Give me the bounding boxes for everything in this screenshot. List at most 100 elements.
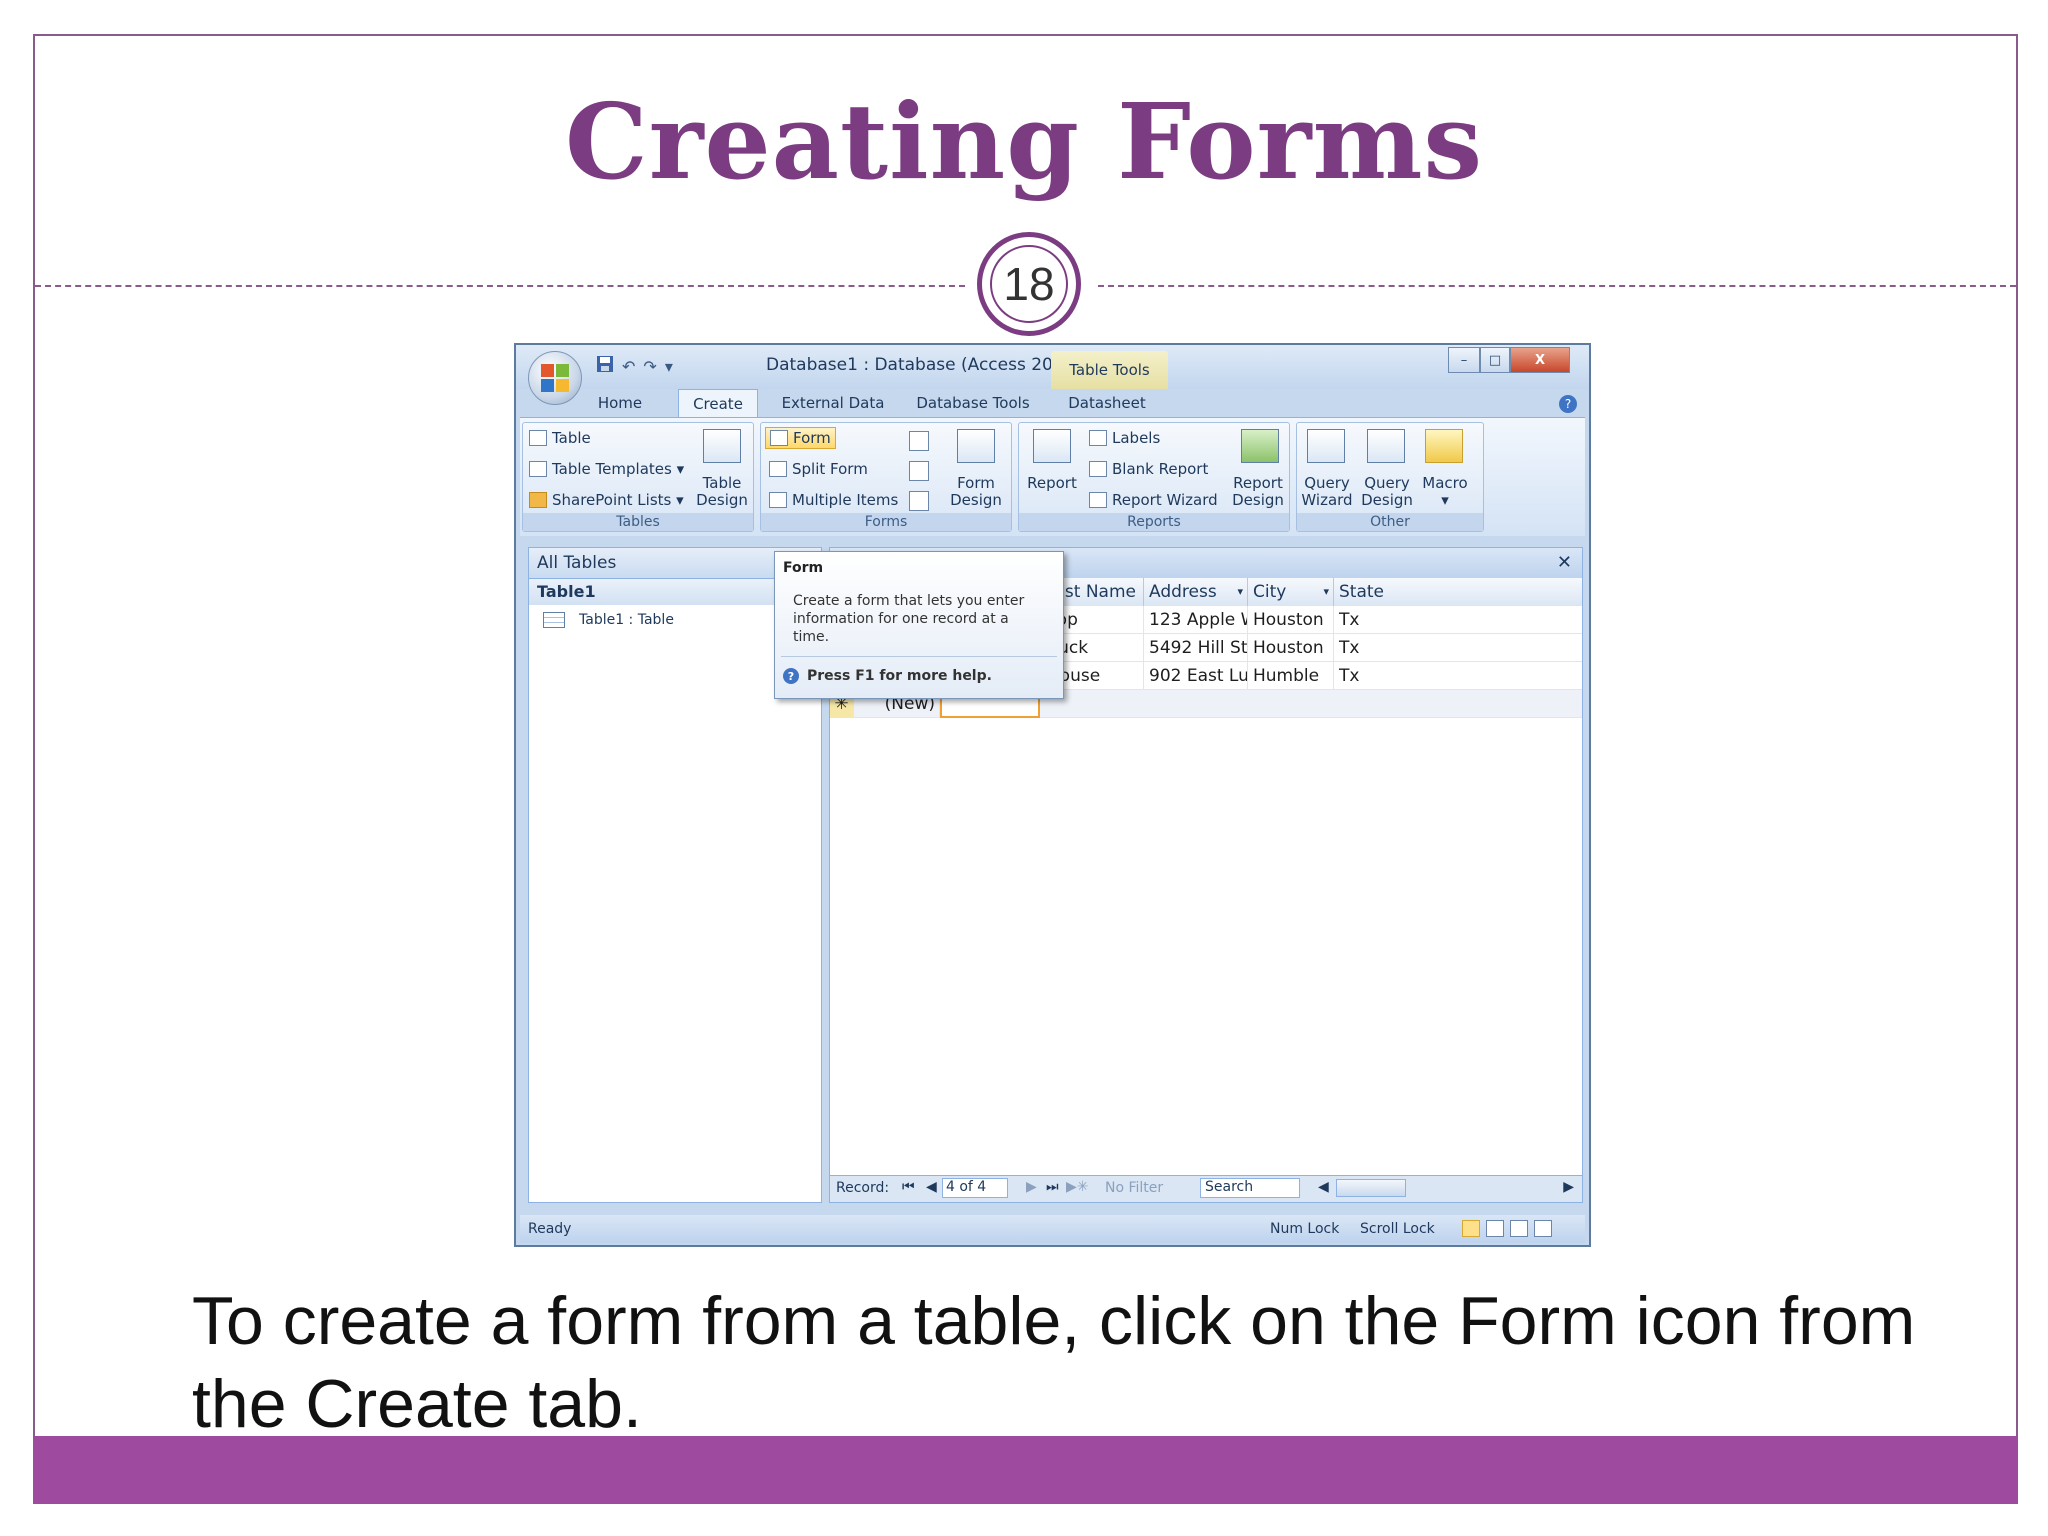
scroll-right-icon[interactable]: ▶ — [1563, 1179, 1574, 1195]
record-position-field[interactable]: 4 of 4 — [942, 1178, 1008, 1198]
slide-caption: To create a form from a table, click on … — [192, 1283, 1916, 1442]
close-document-icon[interactable]: ✕ — [1557, 552, 1572, 573]
group-reports: Report Labels Blank Report Report Wizard… — [1018, 422, 1290, 532]
title-bar: ↶ ↷ ▾ Database1 : Database (Access 2007)… — [516, 345, 1589, 405]
minimize-button[interactable]: – — [1448, 347, 1480, 373]
tab-external-data[interactable]: External Data — [768, 389, 898, 417]
search-field[interactable]: Search — [1200, 1178, 1300, 1198]
close-button[interactable]: X — [1510, 347, 1570, 373]
table-templates-button[interactable]: Table Templates ▾ — [529, 460, 684, 478]
slide-number: 18 — [990, 245, 1068, 323]
report-icon — [1033, 429, 1071, 463]
tab-datasheet[interactable]: Datasheet — [1052, 389, 1162, 417]
status-bar: Ready Num Lock Scroll Lock — [520, 1215, 1585, 1243]
office-logo-icon — [541, 364, 569, 392]
cell-address[interactable]: 5492 Hill St — [1144, 634, 1248, 662]
no-filter-button[interactable]: No Filter — [1105, 1180, 1163, 1196]
cell-state[interactable]: Tx — [1334, 606, 1582, 634]
record-navigator: Record: ⏮ ◀ 4 of 4 ▶ ⏭ ▶✳ No Filter Sear… — [830, 1175, 1582, 1202]
previous-record-icon[interactable]: ◀ — [926, 1179, 937, 1195]
report-design-button[interactable]: Report Design — [1227, 475, 1289, 509]
table-button[interactable]: Table — [529, 429, 591, 447]
help-icon[interactable]: ? — [1559, 395, 1577, 413]
macro-button[interactable]: Macro ▾ — [1417, 475, 1473, 509]
labels-icon — [1089, 430, 1107, 446]
column-header-city[interactable]: City ▾ — [1248, 578, 1334, 606]
pivot-chart-button[interactable] — [909, 431, 929, 451]
redo-icon[interactable]: ↷ — [643, 357, 656, 376]
divider-right — [1098, 285, 2016, 287]
pivot-chart-view-icon[interactable] — [1510, 1220, 1528, 1237]
ribbon-tabs: Home Create External Data Database Tools… — [516, 389, 1589, 417]
tooltip-separator — [781, 656, 1057, 657]
form-button[interactable]: Form — [765, 427, 836, 449]
pivot-chart-icon — [909, 431, 929, 451]
cell-state[interactable]: Tx — [1334, 634, 1582, 662]
tab-database-tools[interactable]: Database Tools — [908, 389, 1038, 417]
status-num-lock: Num Lock — [1270, 1221, 1340, 1237]
divider-left — [35, 285, 965, 287]
sharepoint-lists-button[interactable]: SharePoint Lists ▾ — [529, 491, 684, 509]
next-record-icon[interactable]: ▶ — [1026, 1179, 1037, 1195]
report-design-icon — [1241, 429, 1279, 463]
sharepoint-icon — [529, 492, 547, 508]
split-form-button[interactable]: Split Form — [769, 460, 868, 478]
cell-city[interactable]: Houston — [1248, 606, 1334, 634]
group-other-label: Other — [1297, 513, 1483, 531]
report-button[interactable]: Report — [1023, 475, 1081, 492]
more-forms-icon — [909, 491, 929, 511]
blank-report-icon — [1089, 461, 1107, 477]
form-design-button[interactable]: Form Design — [945, 475, 1007, 509]
cell-address[interactable]: 902 East Lucky / — [1144, 662, 1248, 690]
datasheet-view-icon[interactable] — [1462, 1220, 1480, 1237]
undo-icon[interactable]: ↶ — [622, 357, 635, 376]
column-header-state[interactable]: State — [1334, 578, 1582, 606]
tab-home[interactable]: Home — [580, 389, 660, 417]
table-icon — [529, 430, 547, 446]
query-design-icon — [1367, 429, 1405, 463]
tooltip-help: ? Press F1 for more help. — [783, 668, 992, 684]
group-reports-label: Reports — [1019, 513, 1289, 531]
slide-number-badge: 18 — [977, 232, 1081, 336]
maximize-button[interactable]: □ — [1480, 347, 1510, 373]
labels-button[interactable]: Labels — [1089, 429, 1160, 447]
table-icon — [543, 612, 565, 628]
blank-report-button[interactable]: Blank Report — [1089, 460, 1208, 478]
column-header-address[interactable]: Address ▾ — [1144, 578, 1248, 606]
tooltip-title: Form — [783, 560, 824, 576]
access-window: ↶ ↷ ▾ Database1 : Database (Access 2007)… — [514, 343, 1591, 1247]
table-templates-icon — [529, 461, 547, 477]
design-view-icon[interactable] — [1534, 1220, 1552, 1237]
cell-address[interactable]: 123 Apple Way — [1144, 606, 1248, 634]
group-tables-label: Tables — [523, 513, 753, 531]
report-wizard-button[interactable]: Report Wizard — [1089, 491, 1218, 509]
tooltip-body: Create a form that lets you enter inform… — [793, 593, 1025, 645]
new-record-icon[interactable]: ▶✳ — [1066, 1179, 1089, 1195]
report-wizard-icon — [1089, 492, 1107, 508]
context-tab-table-tools: Table Tools — [1051, 351, 1168, 389]
split-form-icon — [769, 461, 787, 477]
group-tables: Table Table Templates ▾ SharePoint Lists… — [522, 422, 754, 532]
save-icon[interactable] — [596, 355, 614, 377]
blank-form-button[interactable] — [909, 461, 929, 481]
group-other: Query Wizard Query Design Macro ▾ Other — [1296, 422, 1484, 532]
customize-qat-icon[interactable]: ▾ — [665, 357, 673, 376]
scroll-left-icon[interactable]: ◀ — [1318, 1179, 1329, 1195]
multiple-items-button[interactable]: Multiple Items — [769, 491, 898, 509]
more-forms-button[interactable] — [909, 491, 929, 511]
cell-city[interactable]: Houston — [1248, 634, 1334, 662]
query-design-button[interactable]: Query Design — [1359, 475, 1415, 509]
cell-state[interactable]: Tx — [1334, 662, 1582, 690]
first-record-icon[interactable]: ⏮ — [902, 1179, 915, 1195]
macro-icon — [1425, 429, 1463, 463]
horizontal-scrollbar-thumb[interactable] — [1336, 1179, 1406, 1197]
status-scroll-lock: Scroll Lock — [1360, 1221, 1435, 1237]
query-wizard-button[interactable]: Query Wizard — [1299, 475, 1355, 509]
last-record-icon[interactable]: ⏭ — [1046, 1179, 1059, 1195]
pivot-table-view-icon[interactable] — [1486, 1220, 1504, 1237]
table-design-button[interactable]: Table Design — [691, 475, 753, 509]
quick-access-toolbar: ↶ ↷ ▾ — [596, 355, 673, 377]
cell-city[interactable]: Humble — [1248, 662, 1334, 690]
footer-bar — [33, 1436, 2018, 1504]
tab-create[interactable]: Create — [678, 389, 758, 417]
